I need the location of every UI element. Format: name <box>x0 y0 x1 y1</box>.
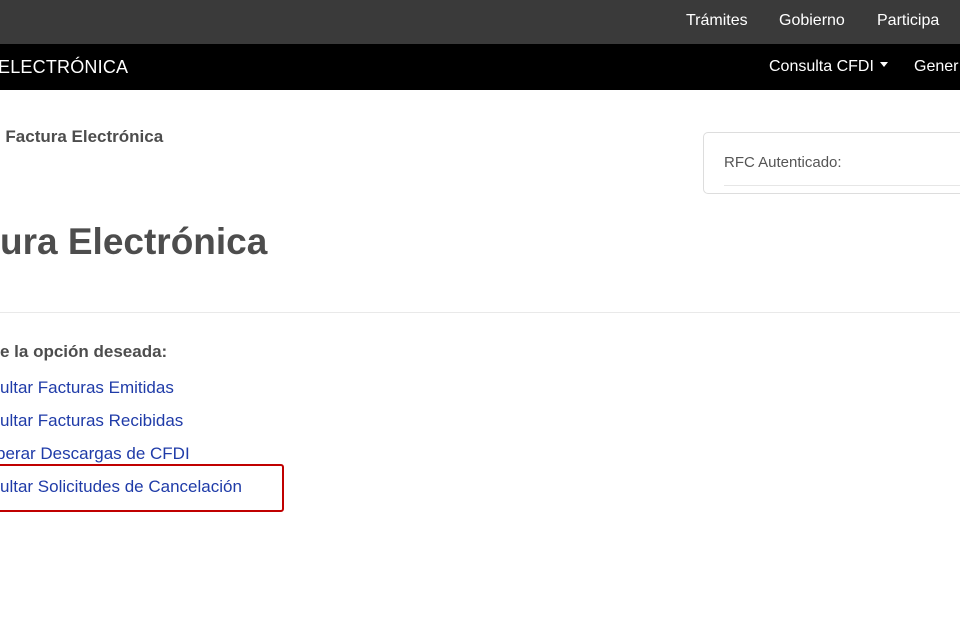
breadcrumb-current: Factura Electrónica <box>5 127 164 146</box>
rfc-card: RFC Autenticado: <box>703 132 960 194</box>
topbar-link-tramites[interactable]: Trámites <box>686 12 748 30</box>
rfc-field-line <box>724 185 960 186</box>
topbar-link-gobierno[interactable]: Gobierno <box>779 12 845 30</box>
option-facturas-emitidas[interactable]: ultar Facturas Emitidas <box>0 378 174 398</box>
main-navbar: ELECTRÓNICA Consulta CFDI Gener <box>0 44 960 90</box>
nav-consulta-cfdi-label: Consulta CFDI <box>769 58 874 75</box>
top-bar: Trámites Gobierno Participa <box>0 0 960 44</box>
section-divider <box>0 312 960 313</box>
option-solicitudes-cancelacion[interactable]: ultar Solicitudes de Cancelación <box>0 477 242 497</box>
breadcrumb-separator: › <box>0 127 1 146</box>
chevron-down-icon <box>879 62 888 68</box>
options-prompt: e la opción deseada: <box>0 342 168 361</box>
site-brand[interactable]: ELECTRÓNICA <box>0 57 128 78</box>
breadcrumb: › Factura Electrónica <box>0 127 163 147</box>
nav-generacion[interactable]: Gener <box>914 58 958 76</box>
nav-consulta-cfdi[interactable]: Consulta CFDI <box>769 58 888 76</box>
option-recuperar-descargas[interactable]: perar Descargas de CFDI <box>0 444 190 464</box>
rfc-label: RFC Autenticado: <box>724 154 842 171</box>
option-facturas-recibidas[interactable]: ultar Facturas Recibidas <box>0 411 183 431</box>
page-title: ura Electrónica <box>0 221 268 262</box>
topbar-link-participa[interactable]: Participa <box>877 12 939 30</box>
